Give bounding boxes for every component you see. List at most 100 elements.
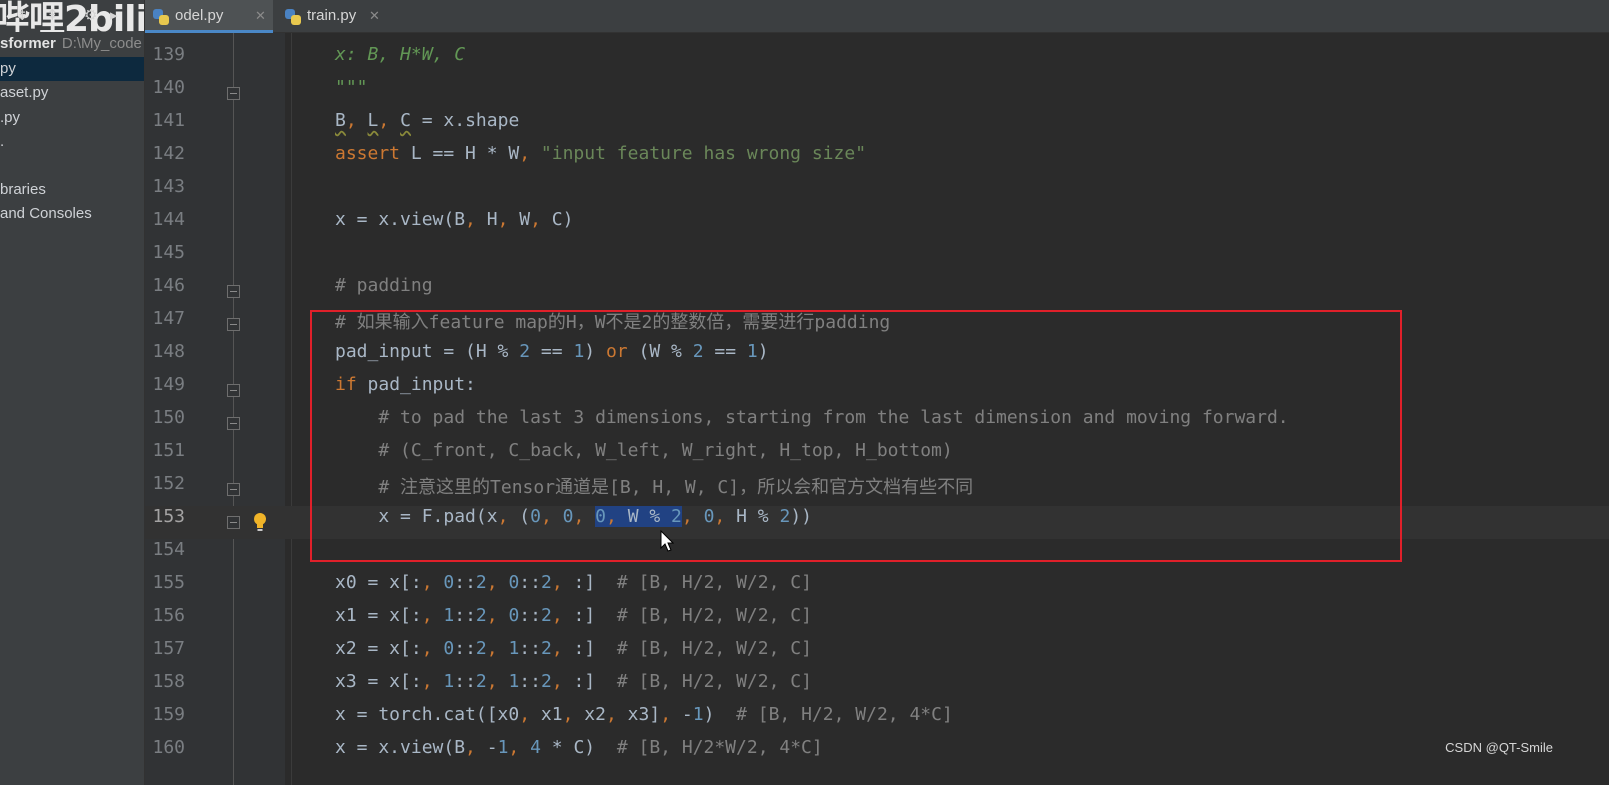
- code-token: 1: [573, 341, 585, 362]
- project-tree-item-label: .: [0, 133, 5, 150]
- line-number: 148: [152, 341, 185, 362]
- code-line[interactable]: 150 # to pad the last 3 dimensions, star…: [145, 407, 1609, 440]
- code-token: :]: [573, 638, 617, 659]
- fold-marker-icon[interactable]: [227, 516, 240, 529]
- code-line[interactable]: 140 """: [145, 77, 1609, 110]
- code-line[interactable]: 149 if pad_input:: [145, 374, 1609, 407]
- project-tree-item[interactable]: py: [0, 57, 144, 81]
- code-token: (W %: [627, 341, 693, 362]
- project-tree-item[interactable]: sformer D:\My_code: [0, 32, 144, 56]
- code-token: ::: [454, 671, 476, 692]
- code-line[interactable]: 148 pad_input = (H % 2 == 1) or (W % 2 ==…: [145, 341, 1609, 374]
- editor-tab-bar: odel.py ✕ train.py ✕: [145, 0, 1609, 34]
- code-line[interactable]: 160 x = x.view(B, -1, 4 * C) # [B, H/2*W/…: [145, 737, 1609, 770]
- project-tree-item[interactable]: aset.py: [0, 81, 144, 105]
- code-token: x = x.view(B: [335, 737, 466, 758]
- code-text: # (C_front, C_back, W_left, W_right, H_t…: [335, 440, 952, 473]
- project-tree-item-label: braries: [0, 181, 46, 198]
- code-token: :]: [573, 572, 617, 593]
- code-token: 1: [443, 605, 455, 626]
- project-tree-item[interactable]: .py: [0, 106, 144, 130]
- code-line[interactable]: 156 x1 = x[:, 1::2, 0::2, :] # [B, H/2, W…: [145, 605, 1609, 638]
- code-line[interactable]: 158 x3 = x[:, 1::2, 1::2, :] # [B, H/2, W…: [145, 671, 1609, 704]
- tab-train-py[interactable]: train.py ✕: [277, 0, 393, 33]
- code-token: 0: [508, 605, 520, 626]
- code-token: 4: [530, 737, 541, 758]
- fold-marker-icon[interactable]: [227, 483, 240, 496]
- code-line[interactable]: 155 x0 = x[:, 0::2, 0::2, :] # [B, H/2, W…: [145, 572, 1609, 605]
- project-tree-item-label: py: [0, 60, 16, 77]
- code-token: C: [400, 110, 411, 131]
- hide-panel-icon[interactable]: ▸: [110, 6, 118, 24]
- line-number: 144: [152, 209, 185, 230]
- code-token: 1: [443, 671, 455, 692]
- project-tree-item[interactable]: and Consoles: [0, 202, 144, 226]
- project-tree-item[interactable]: .: [0, 130, 144, 154]
- code-token: 2: [475, 572, 487, 593]
- code-token: 2: [779, 506, 791, 527]
- code-token: ,: [486, 638, 509, 659]
- line-number: 141: [152, 110, 185, 131]
- code-token: x: B, H*W, C: [335, 44, 466, 65]
- code-token: x3]: [627, 704, 661, 725]
- fold-marker-icon[interactable]: [227, 285, 240, 298]
- code-token: 0: [443, 638, 455, 659]
- code-token: ::: [454, 638, 476, 659]
- line-number: 146: [152, 275, 185, 296]
- code-line[interactable]: 157 x2 = x[:, 0::2, 1::2, :] # [B, H/2, W…: [145, 638, 1609, 671]
- code-line[interactable]: 144 x = x.view(B, H, W, C): [145, 209, 1609, 242]
- close-tab-icon[interactable]: ✕: [255, 0, 266, 32]
- code-token: ::: [519, 671, 541, 692]
- expand-icon[interactable]: ⇞: [46, 6, 59, 24]
- code-token: :]: [573, 671, 617, 692]
- code-token: W: [519, 209, 531, 230]
- code-line[interactable]: 147 # 如果输入feature map的H，W不是2的整数倍，需要进行padd…: [145, 308, 1609, 341]
- project-tree-item-label: and Consoles: [0, 205, 92, 222]
- code-line[interactable]: 146 # padding: [145, 275, 1609, 308]
- close-tab-icon[interactable]: ✕: [369, 0, 380, 32]
- code-token: ,: [551, 671, 574, 692]
- code-token: 2: [671, 506, 682, 527]
- code-token: x2 = x[:: [335, 638, 422, 659]
- code-token: ,: [551, 638, 574, 659]
- code-line[interactable]: 141 B, L, C = x.shape: [145, 110, 1609, 143]
- code-token: # 如果输入feature map的H，W不是2的整数倍，需要进行padding: [335, 312, 891, 333]
- project-tree-item-label: sformer: [0, 35, 56, 52]
- fold-marker-icon[interactable]: [227, 318, 240, 331]
- code-line[interactable]: 139 x: B, H*W, C: [145, 44, 1609, 77]
- fold-marker-icon[interactable]: [227, 384, 240, 397]
- code-token: * C): [540, 737, 617, 758]
- code-line[interactable]: 154: [145, 539, 1609, 572]
- fold-marker-icon[interactable]: [227, 417, 240, 430]
- code-line[interactable]: 151 # (C_front, C_back, W_left, W_right,…: [145, 440, 1609, 473]
- code-token: ==: [703, 341, 747, 362]
- collapse-all-icon[interactable]: ⇟: [16, 6, 29, 24]
- code-token: ,: [486, 572, 509, 593]
- gear-icon[interactable]: ⚙: [84, 6, 97, 24]
- code-line[interactable]: 142 assert L == H * W, "input feature has…: [145, 143, 1609, 176]
- line-number: 147: [152, 308, 185, 329]
- code-token: L: [367, 110, 379, 131]
- code-token: x = x.view(B: [335, 209, 466, 230]
- code-editor[interactable]: 139 x: B, H*W, C 140 """ 141 B, L, C = x.shap…: [145, 33, 1609, 785]
- fold-marker-icon[interactable]: [227, 87, 240, 100]
- code-text: x = torch.cat([x0, x1, x2, x3], -1) # [B…: [335, 704, 953, 737]
- code-token: 1: [508, 671, 520, 692]
- code-line[interactable]: 145: [145, 242, 1609, 275]
- code-token: # [B, H/2, W/2, C]: [616, 605, 812, 626]
- project-tree-item-label: aset.py: [0, 84, 49, 101]
- code-line[interactable]: 159 x = torch.cat([x0, x1, x2, x3], -1) #…: [145, 704, 1609, 737]
- code-line[interactable]: 153 x = F.pad(x, (0, 0, 0, W % 2, 0, H %…: [145, 506, 1609, 539]
- code-token: W %: [627, 506, 672, 527]
- lightbulb-icon[interactable]: [253, 512, 267, 533]
- project-tree-item[interactable]: braries: [0, 178, 144, 202]
- code-line[interactable]: 143: [145, 176, 1609, 209]
- code-token: ::: [454, 605, 476, 626]
- code-token: B: [335, 110, 346, 131]
- code-token: 2: [540, 638, 552, 659]
- tab-model-py[interactable]: odel.py ✕: [145, 0, 273, 34]
- code-token: H %: [736, 506, 780, 527]
- code-token: H: [486, 209, 498, 230]
- code-line[interactable]: 152 # 注意这里的Tensor通道是[B, H, W, C]，所以会和官方文…: [145, 473, 1609, 506]
- code-token: -: [681, 704, 693, 725]
